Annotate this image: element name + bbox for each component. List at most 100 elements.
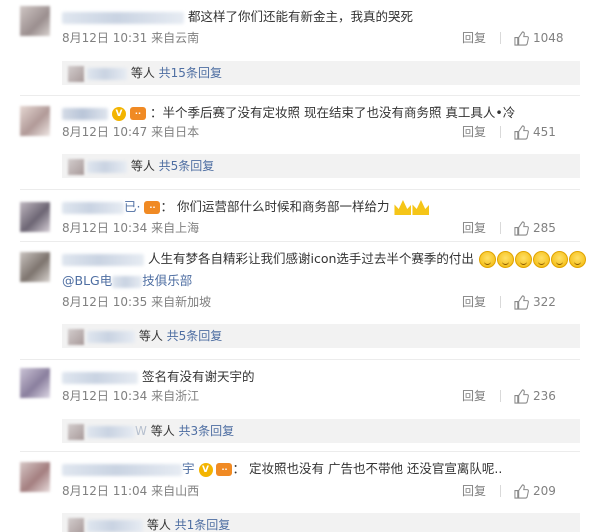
level-badge-icon: ·· xyxy=(129,107,146,120)
level-badge-icon: ·· xyxy=(216,463,233,476)
divider xyxy=(20,241,580,242)
replies-summary[interactable]: 等人 共5条回复 xyxy=(62,154,580,178)
reply-username-blurred xyxy=(87,519,143,532)
comment-body: V ·· ：半个季后赛了没有定妆照 现在结束了也没有商务照 真工具人•冷 xyxy=(62,104,515,122)
comment-meta: 8月12日 10:47 来自日本 xyxy=(62,124,199,140)
reply-button[interactable]: 回复 xyxy=(462,483,490,499)
mention-line: @BLG电 技俱乐部 xyxy=(62,272,192,290)
avatar[interactable] xyxy=(20,202,50,232)
like-button[interactable]: 322 xyxy=(514,294,580,310)
comment-location: 来自云南 xyxy=(151,31,200,45)
like-button[interactable]: 236 xyxy=(514,388,580,404)
like-count: 236 xyxy=(533,389,556,403)
reply-button[interactable]: 回复 xyxy=(462,388,490,404)
replies-summary[interactable]: 等人 共5条回复 xyxy=(62,324,580,348)
reply-username-blurred xyxy=(87,330,135,343)
mention-link[interactable]: @BLG电 xyxy=(62,273,112,288)
comment-actions: 回复 209 xyxy=(460,483,580,499)
mention-link-tail[interactable]: 技俱乐部 xyxy=(142,273,192,288)
reply-username-blurred xyxy=(87,160,127,173)
people-label: 等人 xyxy=(138,329,163,343)
like-button[interactable]: 209 xyxy=(514,483,580,499)
crown-emoji-icon xyxy=(394,200,412,215)
reply-avatar xyxy=(68,328,84,345)
divider xyxy=(20,189,580,190)
reply-count-link[interactable]: 共3条回复 xyxy=(179,424,235,438)
divider xyxy=(20,359,580,360)
comment-location: 来自日本 xyxy=(151,125,200,139)
comment-actions: 回复 236 xyxy=(460,388,580,404)
people-label: 等人 xyxy=(130,66,155,80)
comment-body: 已· ··： 你们运营部什么时候和商务部一样给力 xyxy=(62,198,430,216)
username-blurred[interactable] xyxy=(62,11,184,24)
username-blurred[interactable] xyxy=(62,463,182,476)
comment-meta: 8月12日 10:31 来自云南 xyxy=(62,30,199,46)
like-count: 209 xyxy=(533,484,556,498)
reply-avatar xyxy=(68,65,84,82)
comment-actions: 回复 322 xyxy=(460,294,580,310)
comment-meta: 8月12日 11:04 来自山西 xyxy=(62,483,199,499)
replies-summary[interactable]: W 等人 共3条回复 xyxy=(62,419,580,443)
reply-count-link[interactable]: 共5条回复 xyxy=(167,329,223,343)
reply-avatar xyxy=(68,158,84,175)
verified-badge-icon: V xyxy=(111,106,126,121)
level-badge-icon: ·· xyxy=(144,201,161,214)
like-count: 285 xyxy=(533,221,556,235)
comment-actions: 回复 451 xyxy=(460,124,580,140)
comment-meta: 8月12日 10:34 来自上海 xyxy=(62,220,199,236)
username-blurred[interactable] xyxy=(62,253,144,266)
thumbs-up-icon xyxy=(514,220,529,236)
avatar[interactable] xyxy=(20,106,50,136)
thumbs-up-icon xyxy=(514,388,529,404)
username-blurred[interactable] xyxy=(62,371,138,384)
mention-blurred xyxy=(112,275,143,288)
reply-count-link[interactable]: 共15条回复 xyxy=(159,66,222,80)
people-label: 等人 xyxy=(130,159,155,173)
comment-location: 来自山西 xyxy=(151,484,200,498)
comment-actions: 回复 1048 xyxy=(460,30,580,46)
replies-summary[interactable]: 等人 共15条回复 xyxy=(62,61,580,85)
smile-emoji-icon xyxy=(514,251,532,268)
comment-location: 来自新加坡 xyxy=(151,295,212,309)
smile-emoji-icon xyxy=(496,251,514,268)
thumbs-up-icon xyxy=(514,483,529,499)
reply-avatar xyxy=(68,517,84,532)
reply-button[interactable]: 回复 xyxy=(462,30,490,46)
username-blurred[interactable] xyxy=(62,107,108,120)
reply-avatar xyxy=(68,423,84,440)
like-button[interactable]: 285 xyxy=(514,220,580,236)
reply-username-blurred xyxy=(87,67,127,80)
comment-date: 8月12日 10:34 xyxy=(62,389,148,403)
comment-location: 来自上海 xyxy=(151,221,200,235)
comment-meta: 8月12日 10:34 来自浙江 xyxy=(62,388,199,404)
comment-text: 定妆照也没有 广告也不带他 还没官宣离队呢.. xyxy=(248,461,503,476)
reply-count-link[interactable]: 共5条回复 xyxy=(159,159,215,173)
reply-button[interactable]: 回复 xyxy=(462,220,490,236)
divider xyxy=(500,485,501,497)
people-label: 等人 xyxy=(146,518,171,532)
username-tail[interactable]: 宇 xyxy=(182,461,195,476)
like-button[interactable]: 1048 xyxy=(514,30,580,46)
avatar[interactable] xyxy=(20,368,50,398)
avatar[interactable] xyxy=(20,252,50,282)
avatar[interactable] xyxy=(20,462,50,492)
reply-button[interactable]: 回复 xyxy=(462,124,490,140)
comment-date: 8月12日 11:04 xyxy=(62,484,148,498)
reply-button[interactable]: 回复 xyxy=(462,294,490,310)
comment-meta: 8月12日 10:35 来自新加坡 xyxy=(62,294,211,310)
reply-count-link[interactable]: 共1条回复 xyxy=(175,518,231,532)
username-blurred[interactable] xyxy=(62,201,124,214)
like-count: 322 xyxy=(533,295,556,309)
reply-username-blurred xyxy=(87,425,135,438)
comment-date: 8月12日 10:47 xyxy=(62,125,148,139)
comment-text: 你们运营部什么时候和商务部一样给力 xyxy=(176,199,390,214)
avatar[interactable] xyxy=(20,6,50,36)
smile-emoji-icon xyxy=(550,251,568,268)
comment-actions: 回复 285 xyxy=(460,220,580,236)
like-count: 1048 xyxy=(533,31,564,45)
comment-date: 8月12日 10:34 xyxy=(62,221,148,235)
username-tail[interactable]: 已· xyxy=(124,199,140,214)
replies-summary[interactable]: 等人 共1条回复 xyxy=(62,513,580,532)
like-button[interactable]: 451 xyxy=(514,124,580,140)
comment-text: 签名有没有谢天宇的 xyxy=(141,369,255,384)
